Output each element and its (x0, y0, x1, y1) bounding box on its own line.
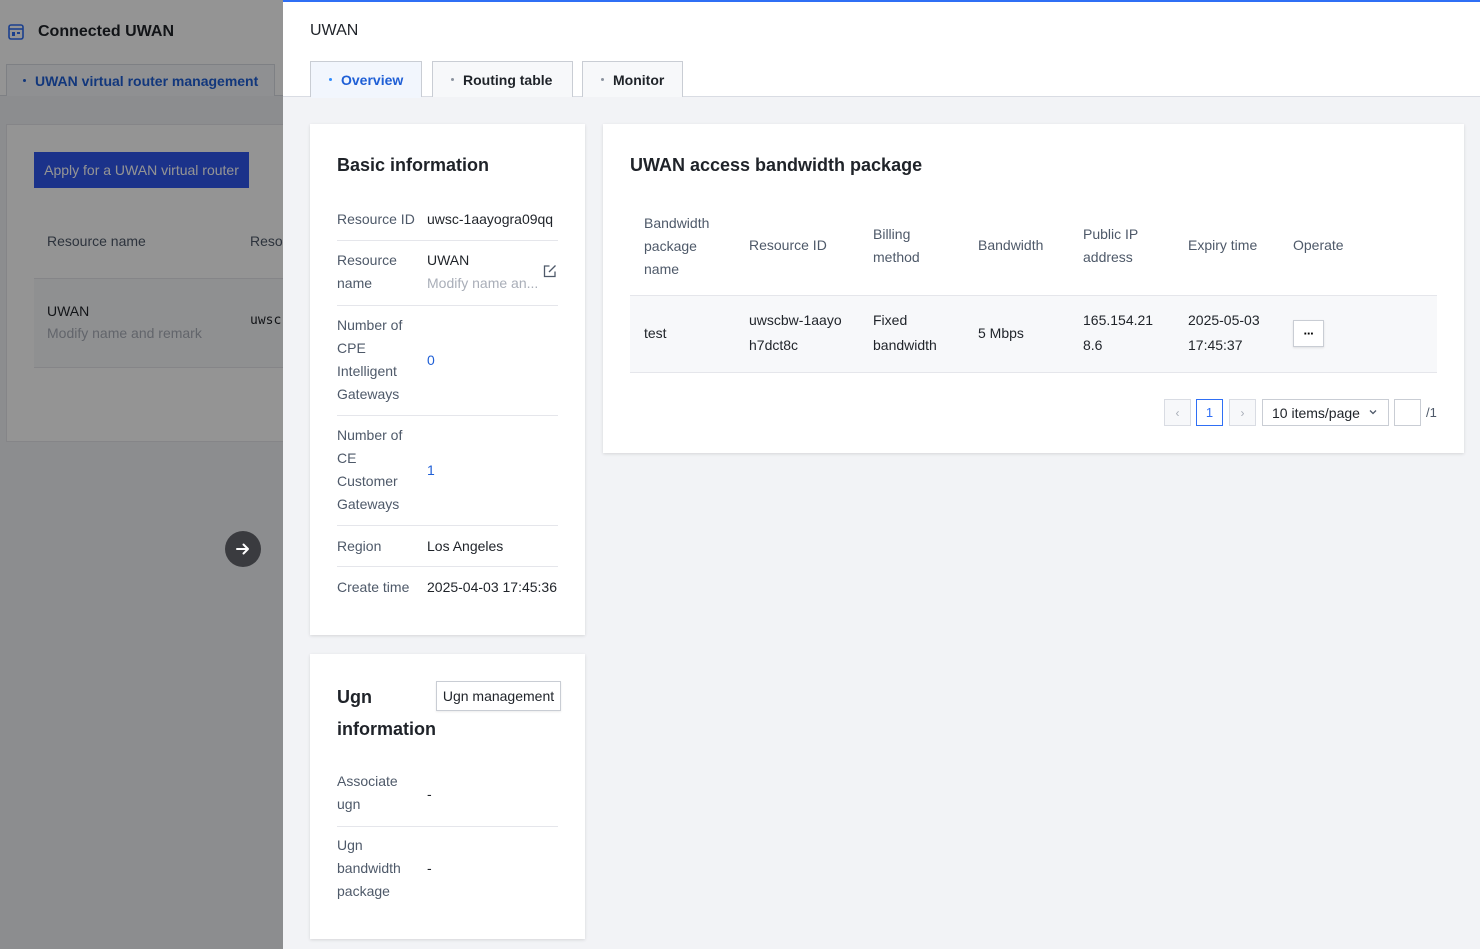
column-header-package-name: Bandwidth package name (644, 215, 710, 277)
info-label: Region (337, 538, 382, 554)
info-row-resource-id: Resource ID uwsc-1aayogra09qq (337, 206, 558, 241)
tab-dot-icon (451, 78, 454, 81)
ce-gateway-count-link[interactable]: 1 (427, 459, 435, 482)
info-row-ugn-bandwidth: Ugn bandwidth package - (337, 827, 558, 912)
tab-dot-icon (329, 78, 332, 81)
collapse-drawer-button[interactable] (225, 531, 261, 567)
tab-label: Overview (341, 71, 404, 88)
page-size-select[interactable]: 10 items/page (1262, 399, 1389, 426)
resource-id-value: uwsc-1aayogra09qq (427, 211, 554, 227)
info-row-associate-ugn: Associate ugn - (337, 768, 558, 827)
cell-package-name: test (644, 325, 667, 341)
tab-routing-table[interactable]: Routing table (432, 61, 573, 97)
info-label: Resource ID (337, 211, 415, 227)
cell-public-ip: 165.154.218.6 (1083, 312, 1154, 353)
column-header-bandwidth: Bandwidth (978, 237, 1044, 253)
info-row-create-time: Create time 2025-04-03 17:45:36 (337, 567, 558, 608)
ugn-management-button[interactable]: Ugn management (436, 681, 561, 711)
info-label: Create time (337, 579, 410, 595)
tab-overview[interactable]: Overview (310, 61, 422, 98)
more-actions-button[interactable]: ··· (1293, 320, 1324, 347)
basic-information-card: Basic information Resource ID uwsc-1aayo… (310, 124, 585, 635)
info-label: Number of CE Customer Gateways (337, 427, 403, 512)
info-row-ce-gateways: Number of CE Customer Gateways 1 (337, 416, 558, 526)
uwan-detail-drawer: UWAN Overview Routing table Monitor Basi… (283, 0, 1480, 949)
info-label: Associate ugn (337, 773, 398, 812)
cell-billing-method: Fixed bandwidth (873, 312, 937, 353)
ugn-bandwidth-value: - (427, 860, 432, 876)
column-header-billing-method: Billing method (873, 226, 920, 265)
drawer-title: UWAN (310, 22, 359, 39)
column-header-resource-id: Resource ID (749, 237, 827, 253)
ugn-information-card: Ugn information Ugn management Associate… (310, 654, 585, 939)
page-size-value: 10 items/page (1272, 404, 1360, 421)
info-row-resource-name: Resource name UWAN Modify name an... (337, 241, 558, 306)
arrow-right-icon (236, 543, 249, 555)
resource-remark-value: Modify name an... (427, 275, 539, 291)
table-divider (630, 372, 1437, 373)
tab-dot-icon (601, 78, 604, 81)
cell-resource-id: uwscbw-1aayoh7dct8c (749, 312, 842, 353)
create-time-value: 2025-04-03 17:45:36 (427, 579, 557, 595)
cell-expiry-time: 2025-05-03 17:45:37 (1188, 312, 1260, 353)
edit-icon[interactable] (543, 264, 557, 278)
resource-name-value: UWAN (427, 252, 470, 268)
bandwidth-package-title: UWAN access bandwidth package (630, 155, 923, 175)
basic-info-title: Basic information (337, 155, 490, 175)
info-label: Ugn bandwidth package (337, 837, 401, 899)
column-header-expiry-time: Expiry time (1188, 237, 1258, 253)
associate-ugn-value: - (427, 786, 432, 802)
cell-bandwidth: 5 Mbps (978, 325, 1024, 341)
pagination-total: /1 (1426, 405, 1437, 420)
pagination-page-1[interactable]: 1 (1196, 399, 1223, 426)
ugn-info-title: Ugn information (337, 687, 436, 739)
info-label: Number of CPE Intelligent Gateways (337, 317, 403, 402)
cpe-gateway-count-link[interactable]: 0 (427, 349, 435, 372)
info-row-cpe-gateways: Number of CPE Intelligent Gateways 0 (337, 306, 558, 416)
info-label: Resource name (337, 252, 397, 291)
tab-label: Monitor (613, 71, 665, 88)
column-header-public-ip: Public IP address (1083, 226, 1138, 265)
page-jump-input[interactable] (1394, 399, 1421, 426)
tab-monitor[interactable]: Monitor (582, 61, 683, 97)
column-header-operate: Operate (1293, 237, 1344, 253)
pagination-next-button[interactable]: › (1229, 399, 1256, 426)
region-value: Los Angeles (427, 538, 504, 554)
tab-label: Routing table (463, 71, 553, 88)
bandwidth-package-card: UWAN access bandwidth package Bandwidth … (603, 124, 1464, 453)
pagination-prev-button[interactable]: ‹ (1164, 399, 1191, 426)
chevron-down-icon (1369, 410, 1377, 415)
info-row-region: Region Los Angeles (337, 526, 558, 567)
drawer-header: UWAN Overview Routing table Monitor (283, 2, 1480, 98)
